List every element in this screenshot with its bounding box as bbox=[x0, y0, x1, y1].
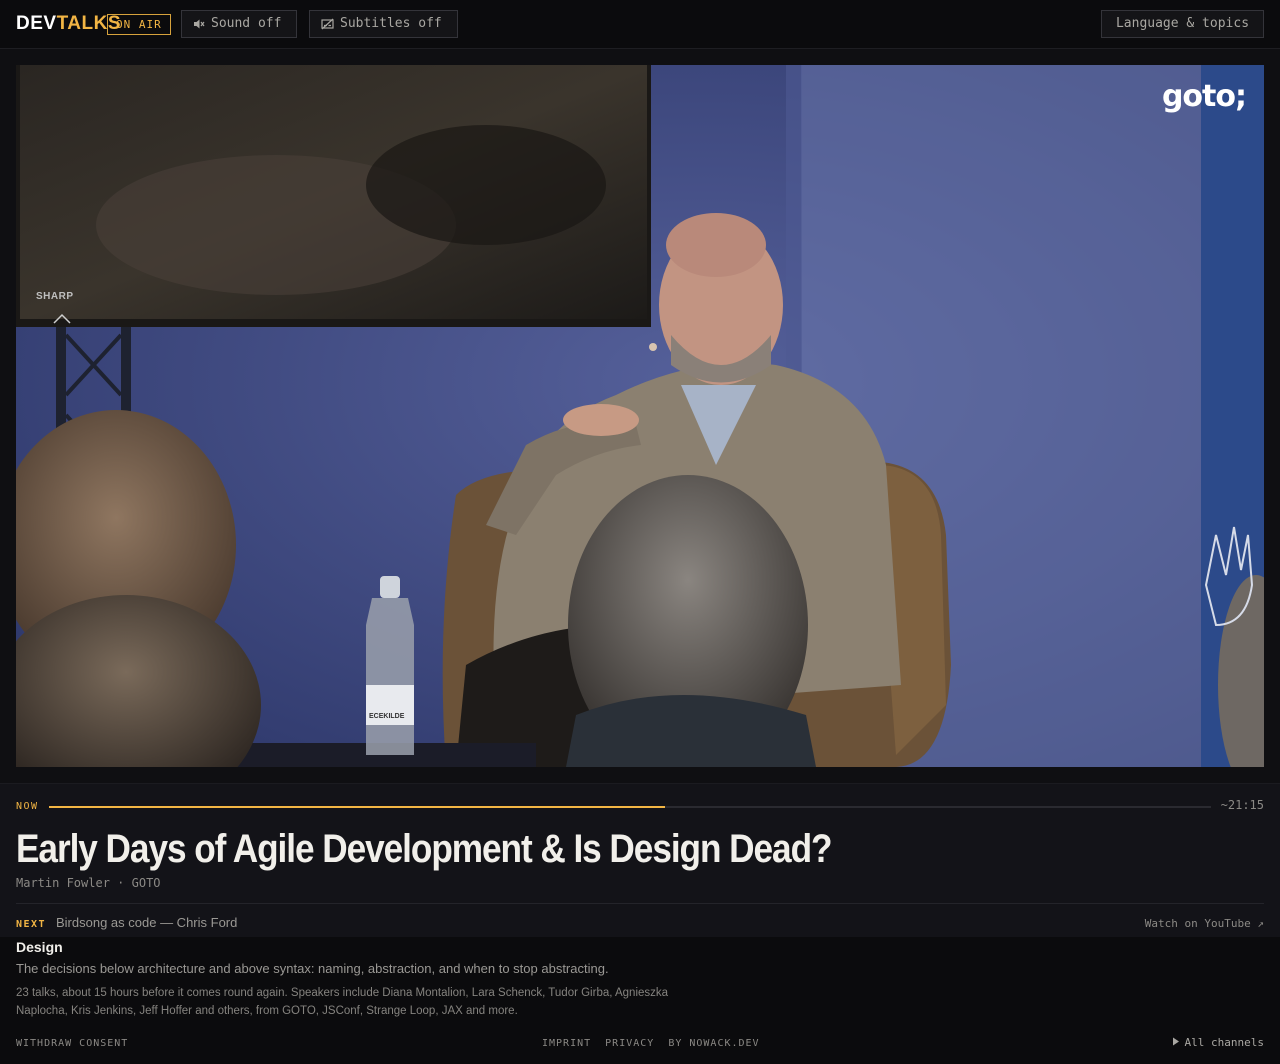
talk-source: GOTO bbox=[131, 876, 161, 890]
channel-details: 23 talks, about 15 hours before it comes… bbox=[16, 987, 669, 1017]
language-topics-button[interactable]: Language & topics bbox=[1101, 10, 1264, 38]
subtitles-off-icon bbox=[321, 18, 334, 30]
talk-title: Early Days of Agile Development & Is Des… bbox=[16, 827, 833, 871]
watch-on-youtube-link[interactable]: Watch on YouTube ↗ bbox=[1145, 917, 1264, 930]
sound-toggle-button[interactable]: Sound off bbox=[181, 10, 297, 38]
next-label: NEXT bbox=[16, 919, 47, 930]
subtitles-toggle-label: Subtitles off bbox=[340, 16, 442, 31]
remaining-time: ~21:15 bbox=[1220, 798, 1264, 812]
progress-fill bbox=[49, 806, 665, 808]
channel-name: Design bbox=[16, 939, 63, 955]
on-air-badge: ON AIR bbox=[107, 14, 171, 35]
now-playing-panel: NOW ~21:15 Early Days of Agile Developme… bbox=[0, 783, 1280, 937]
logo-dev-text: DEV bbox=[16, 13, 57, 34]
tv-brand-label: SHARP bbox=[36, 291, 74, 302]
play-triangle-icon bbox=[1172, 1036, 1180, 1049]
bottle-label: ECEKILDE bbox=[369, 713, 405, 720]
speaker-name: Martin Fowler bbox=[16, 876, 110, 890]
talk-meta: Martin Fowler · GOTO bbox=[16, 876, 161, 890]
imprint-link[interactable]: IMPRINT bbox=[542, 1038, 591, 1049]
goto-watermark-logo: goto; bbox=[1161, 79, 1247, 114]
video-frame bbox=[16, 65, 1264, 767]
withdraw-consent-link[interactable]: WITHDRAW CONSENT bbox=[16, 1038, 128, 1049]
all-channels-button[interactable]: All channels bbox=[1172, 1036, 1264, 1049]
now-label: NOW bbox=[16, 801, 39, 812]
credit-link[interactable]: BY NOWACK.DEV bbox=[668, 1038, 759, 1049]
subtitles-toggle-button[interactable]: Subtitles off bbox=[309, 10, 458, 38]
sound-toggle-label: Sound off bbox=[211, 16, 282, 31]
speaker-muted-icon bbox=[193, 18, 205, 30]
video-player[interactable]: goto; SHARP ECEKILDE bbox=[16, 65, 1264, 767]
channel-description: The decisions below architecture and abo… bbox=[16, 961, 609, 976]
progress-bar bbox=[49, 806, 1211, 808]
footer-links: IMPRINT PRIVACY BY NOWACK.DEV bbox=[542, 1038, 760, 1049]
top-bar: DEVTALKS ON AIR Sound off Subtitles off … bbox=[0, 0, 1280, 49]
divider bbox=[16, 903, 1264, 904]
next-talk-title: Birdsong as code — Chris Ford bbox=[56, 915, 238, 930]
site-logo[interactable]: DEVTALKS bbox=[16, 14, 121, 34]
privacy-link[interactable]: PRIVACY bbox=[605, 1038, 654, 1049]
channel-info: Design The decisions below architecture … bbox=[0, 937, 1280, 1064]
meta-separator: · bbox=[117, 876, 125, 890]
all-channels-label: All channels bbox=[1184, 1036, 1264, 1049]
